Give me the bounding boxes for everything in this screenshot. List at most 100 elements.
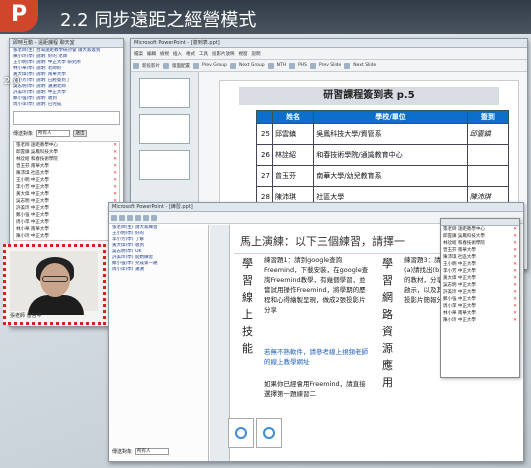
second-target-select[interactable]: 所有人 [135, 448, 170, 455]
participant-row[interactable]: 周小萍 中正大學✕ [441, 303, 519, 310]
toolbar-icon[interactable] [151, 214, 157, 221]
participant-row[interactable]: 王小明 中正大學 ✕ [441, 261, 519, 268]
participant-row[interactable]: 林詮紹 和春技術學院 ✕ [441, 240, 519, 247]
participant-name: 吳志明 中正大學 [16, 199, 49, 204]
toolbar-button[interactable]: Prev Slide [318, 63, 342, 68]
participant-row[interactable]: 邱雲鎮 吳鳳科技大學 ✕ [441, 233, 519, 240]
toolbar-icon[interactable] [163, 62, 169, 69]
remove-icon[interactable]: ✕ [113, 156, 117, 163]
menu-item[interactable]: 說明 [251, 51, 262, 57]
toolbar-icon[interactable] [289, 62, 296, 69]
participant-row[interactable]: 陳小玲 中正大學✕ [441, 317, 519, 324]
participant-row[interactable]: 林小華 南華大學✕ [441, 310, 519, 317]
toolbar-icon[interactable] [127, 214, 133, 221]
participant-name: 王小明 中正大學 [443, 262, 476, 267]
participant-row[interactable]: 陳沛琪 社區大學 ✕ [441, 254, 519, 261]
remove-icon[interactable]: ✕ [113, 149, 117, 156]
menu-item[interactable]: 投影片放映 [211, 51, 236, 57]
menu-item[interactable]: 編輯 [146, 51, 157, 57]
remove-icon[interactable]: ✕ [513, 296, 517, 303]
participant-row[interactable]: 邱雲鎮 吳鳳科技大學 ✕ [14, 149, 119, 156]
remove-icon[interactable]: ✕ [513, 268, 517, 275]
remove-icon[interactable]: ✕ [513, 317, 517, 324]
toolbar-icon[interactable] [193, 62, 199, 69]
menu-item[interactable]: 工具 [198, 51, 209, 57]
file-thumbnail[interactable] [256, 418, 282, 448]
remove-icon[interactable]: ✕ [513, 247, 517, 254]
participant-row[interactable]: 曾玉芬 南華大學 ✕ [14, 163, 119, 170]
participant-row[interactable]: 陳小玲 中正大學✕ [14, 233, 119, 240]
chat-message-list[interactable]: 張老師(主) 台灣遠距教學研討會 請大家簽到 陳小玲(學) 說明: 好的 老師 王小… [10, 48, 123, 108]
participant-name: 王小明 中正大學 [16, 178, 49, 183]
participant-row[interactable]: 黃大偉 中正大學 ✕ [14, 191, 119, 198]
participant-row[interactable]: 李小芳 中正大學 ✕ [14, 184, 119, 191]
toolbar-button[interactable]: PHS [297, 63, 308, 68]
toolbar-button[interactable]: Next Group [238, 63, 266, 68]
remove-icon[interactable]: ✕ [513, 275, 517, 282]
participant-row[interactable]: 張老師 遠距教學中心 ✕ [441, 226, 519, 233]
remove-icon[interactable]: ✕ [513, 233, 517, 240]
remove-icon[interactable]: ✕ [513, 303, 517, 310]
slide-thumbnail[interactable] [139, 150, 190, 180]
remove-icon[interactable]: ✕ [513, 289, 517, 296]
toolbar-icon[interactable] [111, 214, 117, 221]
remove-icon[interactable]: ✕ [513, 261, 517, 268]
toolbar-icon[interactable] [135, 214, 141, 221]
send-target-select[interactable]: 所有人 [36, 130, 71, 137]
menu-item[interactable]: 檢視 [159, 51, 170, 57]
send-button[interactable]: 送出 [73, 130, 88, 137]
remove-icon[interactable]: ✕ [113, 184, 117, 191]
participant-row[interactable]: 王小明 中正大學 ✕ [14, 177, 119, 184]
remove-icon[interactable]: ✕ [513, 282, 517, 289]
participant-row[interactable]: 林詮紹 和春技術學院 ✕ [14, 156, 119, 163]
participant-name: 陳沛琪 社區大學 [16, 171, 49, 176]
remove-icon[interactable]: ✕ [513, 310, 517, 317]
participant-row[interactable]: 張老師 遠距教學中心 ✕ [14, 142, 119, 149]
toolbar-icon[interactable] [133, 62, 139, 69]
file-thumbnail[interactable] [228, 418, 254, 448]
chat-input[interactable] [13, 111, 120, 125]
remove-icon[interactable]: ✕ [113, 191, 117, 198]
second-thumbnail-strip[interactable] [210, 225, 230, 461]
second-chat-pane[interactable]: 張老師(主) 請大家練習 王小明(學) 好的 李小芳(學) 了解 黃大偉(學) 收到吳… [109, 225, 209, 461]
toolbar-icon[interactable] [143, 214, 149, 221]
toolbar-icon[interactable] [310, 62, 317, 69]
participant-row[interactable]: 曾玉芬 南華大學 ✕ [441, 247, 519, 254]
remove-icon[interactable]: ✕ [513, 240, 517, 247]
participant-row[interactable]: 鄭小強 中正大學✕ [441, 296, 519, 303]
menu-item[interactable]: 視窗 [238, 51, 249, 57]
participant-row[interactable]: 林小華 南華大學✕ [14, 226, 119, 233]
toolbar-icon[interactable] [344, 62, 351, 69]
toolbar-button[interactable]: 版面配置 [171, 63, 191, 69]
remove-icon[interactable]: ✕ [113, 163, 117, 170]
toolbar-button[interactable]: Prev Group [201, 63, 228, 68]
menu-item[interactable]: 插入 [172, 51, 183, 57]
menu-item[interactable]: 格式 [185, 51, 196, 57]
remove-icon[interactable]: ✕ [513, 254, 517, 261]
participant-name: 鄭小強 中正大學 [16, 213, 49, 218]
toolbar-icon[interactable] [119, 214, 125, 221]
remove-icon[interactable]: ✕ [113, 177, 117, 184]
participant-list[interactable]: 張老師 遠距教學中心 ✕ 邱雲鎮 吳鳳科技大學 ✕ 林詮紹 和春技術學院 ✕ 曾玉芬 南華大… [13, 141, 120, 241]
participant-row[interactable]: 李小芳 中正大學 ✕ [441, 268, 519, 275]
remove-icon[interactable]: ✕ [513, 226, 517, 233]
toolbar-icon[interactable] [229, 62, 236, 69]
toolbar-button[interactable]: Next Slide [352, 63, 377, 68]
participant-row[interactable]: 吳志明 中正大學✕ [441, 282, 519, 289]
participant-mini-window[interactable]: 張老師 遠距教學中心 ✕ 邱雲鎮 吳鳳科技大學 ✕ 林詮紹 和春技術學院 ✕ 曾玉芬 南華大… [440, 218, 520, 378]
remove-icon[interactable]: ✕ [113, 170, 117, 177]
participant-row[interactable]: 許美玲 中正大學✕ [441, 289, 519, 296]
remove-icon[interactable]: ✕ [113, 142, 117, 149]
participant-row[interactable]: 周小萍 中正大學✕ [14, 219, 119, 226]
participant-row[interactable]: 陳沛琪 社區大學 ✕ [14, 170, 119, 177]
participant-row[interactable]: 黃大偉 中正大學 ✕ [441, 275, 519, 282]
participant-row[interactable]: 鄭小強 中正大學✕ [14, 212, 119, 219]
slide-thumbnail[interactable] [139, 78, 190, 108]
menu-item[interactable]: 檔案 [133, 51, 144, 57]
toolbar-button[interactable]: 新投影片 [141, 63, 161, 69]
slide-thumbnail[interactable] [139, 114, 190, 144]
participant-row[interactable]: 吳志明 中正大學✕ [14, 198, 119, 205]
toolbar-button[interactable]: NTH [276, 63, 288, 68]
participant-row[interactable]: 許美玲 中正大學✕ [14, 205, 119, 212]
toolbar-icon[interactable] [267, 62, 274, 69]
